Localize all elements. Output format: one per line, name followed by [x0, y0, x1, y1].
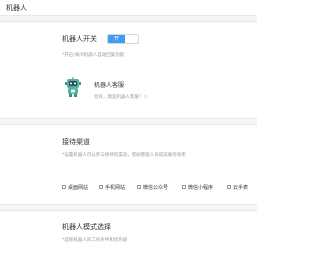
channel-option-desktop-web[interactable]: 桌面网站 [62, 183, 88, 191]
channels-title: 接待渠道 [62, 138, 90, 146]
robot-switch-label: 机器人开关 [62, 35, 97, 43]
channel-option-cloud-watch[interactable]: 云手表 [227, 183, 248, 191]
channels-hint: *设置机器人可以参与接待的渠道，帮助客服人员提高服务效率 [62, 153, 186, 158]
robot-icon [65, 77, 81, 97]
robot-settings-page: 机器人 机器人开关 开 *开启/关闭机器人自动回复功能 机器人客服 您好，我是机… [0, 0, 257, 254]
channel-option-wechat-miniprogram[interactable]: 微信小程序 [182, 183, 213, 191]
section-divider [0, 210, 257, 211]
checkbox[interactable] [182, 185, 186, 189]
mode-title: 机器人模式选择 [62, 223, 111, 231]
channel-options: 桌面网站 手机网站 微信公众号 微信小程序 云手表 [0, 182, 257, 192]
robot-greeting: 您好，我是机器人客服！:) [94, 95, 147, 100]
channel-option-mobile-web[interactable]: 手机网站 [99, 183, 125, 191]
toggle-on-indicator: 开 [108, 35, 125, 43]
page-title: 机器人 [6, 4, 27, 12]
checkbox[interactable] [99, 185, 103, 189]
channel-option-label: 微信公众号 [143, 184, 169, 191]
robot-switch-hint: *开启/关闭机器人自动回复功能 [62, 53, 125, 58]
checkbox[interactable] [137, 185, 141, 189]
robot-name: 机器人客服 [94, 82, 125, 89]
channel-option-label: 手机网站 [105, 184, 126, 191]
robot-switch-toggle[interactable]: 开 [107, 34, 139, 44]
mode-hint: *选择机器人的工作条件和优先级 [62, 238, 128, 243]
channel-option-label: 微信小程序 [188, 184, 214, 191]
robot-avatar[interactable] [62, 76, 84, 98]
checkbox[interactable] [62, 185, 66, 189]
section-divider [0, 124, 257, 125]
channel-option-label: 桌面网站 [68, 184, 89, 191]
channel-option-label: 云手表 [233, 184, 249, 191]
channel-option-wechat-official[interactable]: 微信公众号 [137, 183, 168, 191]
checkbox[interactable] [227, 185, 231, 189]
section-divider [0, 21, 257, 22]
